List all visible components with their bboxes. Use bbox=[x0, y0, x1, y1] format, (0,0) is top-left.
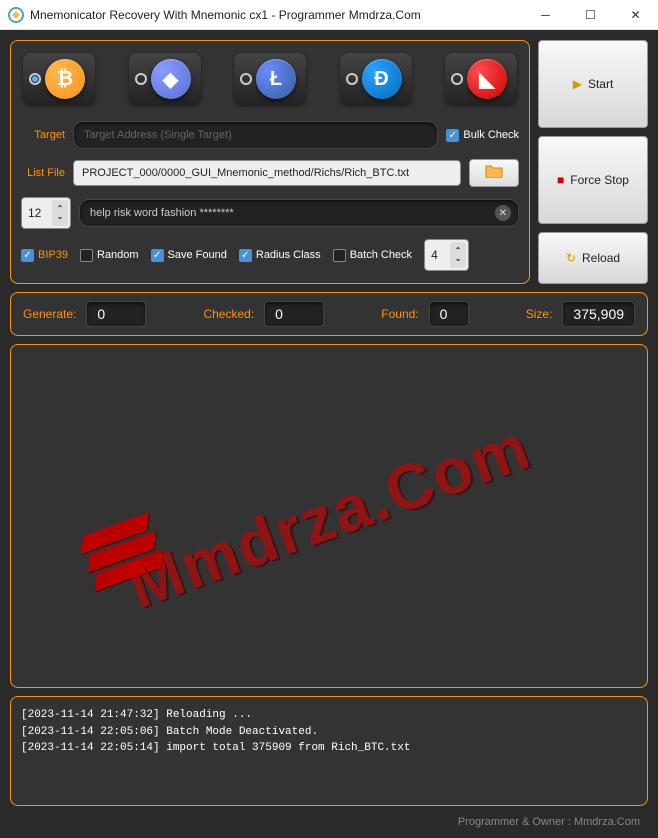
listfile-label: List File bbox=[21, 167, 65, 179]
start-button[interactable]: ▶ Start bbox=[538, 40, 648, 128]
batch-label: Batch Check bbox=[350, 249, 412, 261]
app-icon bbox=[8, 7, 24, 23]
litecoin-icon: Ł bbox=[256, 59, 296, 99]
radio-icon bbox=[451, 73, 463, 85]
log-line: [2023-11-14 21:47:32] Reloading ... bbox=[21, 707, 637, 724]
random-label: Random bbox=[97, 249, 139, 261]
log-line: [2023-11-14 22:05:06] Batch Mode Deactiv… bbox=[21, 724, 637, 741]
word-count-value: 12 bbox=[28, 206, 41, 220]
found-value: 0 bbox=[429, 301, 469, 327]
random-checkbox[interactable]: Random bbox=[80, 249, 139, 262]
target-label: Target bbox=[21, 129, 65, 141]
watermark-text: Mmdrza.Com bbox=[118, 409, 540, 623]
reload-label: Reload bbox=[582, 251, 620, 265]
batch-value: 4 bbox=[431, 248, 438, 262]
window-minimize-button[interactable]: ─ bbox=[523, 0, 568, 30]
checkbox-icon bbox=[239, 249, 252, 262]
bulk-check-checkbox[interactable]: Bulk Check bbox=[446, 129, 519, 142]
coin-btc-option[interactable]: ₿ bbox=[23, 53, 95, 105]
radio-icon bbox=[240, 73, 252, 85]
bitcoin-icon: ₿ bbox=[45, 59, 85, 99]
clear-phrase-button[interactable]: ✕ bbox=[495, 205, 511, 221]
radio-icon bbox=[346, 73, 358, 85]
stop-icon: ■ bbox=[557, 173, 564, 187]
coin-selector-row: ₿ ◆ Ł Đ ◣ bbox=[21, 53, 519, 111]
checked-label: Checked: bbox=[203, 307, 254, 321]
stats-panel: Generate: 0 Checked: 0 Found: 0 Size: 37… bbox=[10, 292, 648, 336]
size-label: Size: bbox=[526, 307, 553, 321]
browse-file-button[interactable] bbox=[469, 159, 519, 187]
log-panel: [2023-11-14 21:47:32] Reloading ... [202… bbox=[10, 696, 648, 806]
window-maximize-button[interactable]: ☐ bbox=[568, 0, 613, 30]
main-area: ₿ ◆ Ł Đ ◣ Ta bbox=[0, 30, 658, 838]
coin-eth-option[interactable]: ◆ bbox=[129, 53, 201, 105]
stepper-arrows-icon: ⌃⌄ bbox=[52, 200, 68, 226]
listfile-input[interactable] bbox=[73, 160, 461, 186]
radio-icon bbox=[29, 73, 41, 85]
tron-icon: ◣ bbox=[467, 59, 507, 99]
reload-button[interactable]: ↻ Reload bbox=[538, 232, 648, 284]
phrase-input[interactable] bbox=[79, 199, 519, 227]
coin-dash-option[interactable]: Đ bbox=[340, 53, 412, 105]
bulk-check-label: Bulk Check bbox=[463, 129, 519, 141]
ethereum-icon: ◆ bbox=[151, 59, 191, 99]
stepper-arrows-icon: ⌃⌄ bbox=[450, 242, 466, 268]
settings-panel: ₿ ◆ Ł Đ ◣ Ta bbox=[10, 40, 530, 284]
target-input[interactable] bbox=[73, 121, 438, 149]
reload-icon: ↻ bbox=[566, 251, 576, 265]
side-button-panel: ▶ Start ■ Force Stop ↻ Reload bbox=[538, 40, 648, 284]
window-close-button[interactable]: ✕ bbox=[613, 0, 658, 30]
checkbox-icon bbox=[446, 129, 459, 142]
work-output-panel: Mmdrza.Com bbox=[10, 344, 648, 688]
footer-credit: Programmer & Owner : Mmdrza.Com bbox=[10, 814, 648, 828]
checkbox-icon bbox=[80, 249, 93, 262]
start-label: Start bbox=[588, 77, 613, 91]
window-title: Mnemonicator Recovery With Mnemonic cx1 … bbox=[30, 8, 523, 22]
generate-value: 0 bbox=[86, 301, 146, 327]
size-value: 375,909 bbox=[562, 301, 635, 327]
bip39-label: BIP39 bbox=[38, 249, 68, 261]
coin-ltc-option[interactable]: Ł bbox=[234, 53, 306, 105]
window-titlebar: Mnemonicator Recovery With Mnemonic cx1 … bbox=[0, 0, 658, 30]
save-label: Save Found bbox=[168, 249, 227, 261]
bip39-checkbox[interactable]: BIP39 bbox=[21, 249, 68, 262]
generate-label: Generate: bbox=[23, 307, 76, 321]
radio-icon bbox=[135, 73, 147, 85]
coin-trx-option[interactable]: ◣ bbox=[445, 53, 517, 105]
checkbox-icon bbox=[333, 249, 346, 262]
checkbox-icon bbox=[151, 249, 164, 262]
stop-label: Force Stop bbox=[570, 173, 629, 187]
log-line: [2023-11-14 22:05:14] import total 37590… bbox=[21, 740, 637, 757]
folder-icon bbox=[485, 164, 503, 183]
dash-icon: Đ bbox=[362, 59, 402, 99]
save-found-checkbox[interactable]: Save Found bbox=[151, 249, 227, 262]
word-count-stepper[interactable]: 12 ⌃⌄ bbox=[21, 197, 71, 229]
force-stop-button[interactable]: ■ Force Stop bbox=[538, 136, 648, 224]
radius-label: Radius Class bbox=[256, 249, 321, 261]
batch-count-stepper[interactable]: 4 ⌃⌄ bbox=[424, 239, 469, 271]
checked-value: 0 bbox=[264, 301, 324, 327]
checkbox-icon bbox=[21, 249, 34, 262]
radius-class-checkbox[interactable]: Radius Class bbox=[239, 249, 321, 262]
found-label: Found: bbox=[381, 307, 418, 321]
play-icon: ▶ bbox=[573, 77, 582, 91]
batch-check-checkbox[interactable]: Batch Check bbox=[333, 249, 412, 262]
